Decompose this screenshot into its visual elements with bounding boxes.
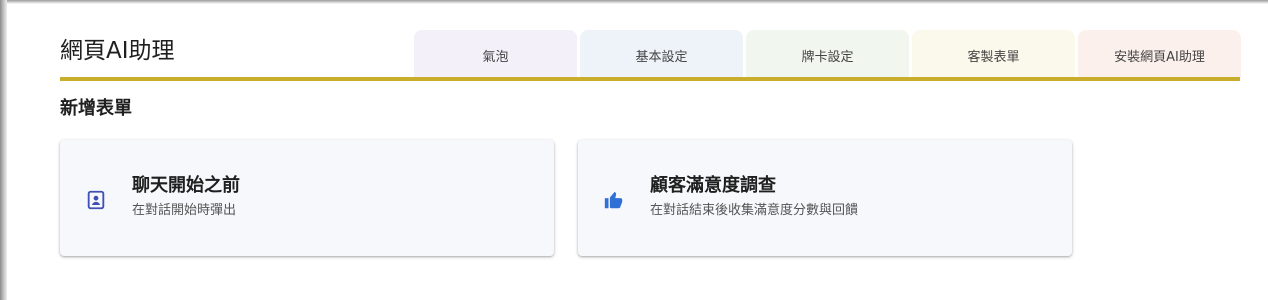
card-title: 聊天開始之前 <box>132 175 240 196</box>
form-card-satisfaction-survey[interactable]: 顧客滿意度調查 在對話結束後收集滿意度分數與回饋 <box>578 140 1072 256</box>
tab-custom-forms[interactable]: 客製表單 <box>912 30 1075 78</box>
tab-install-assistant[interactable]: 安裝網頁AI助理 <box>1078 30 1241 78</box>
form-card-pre-chat[interactable]: 聊天開始之前 在對話開始時彈出 <box>60 140 554 256</box>
window-left-edge <box>0 0 7 300</box>
tab-basic-settings[interactable]: 基本設定 <box>580 30 743 78</box>
page-title: 網頁AI助理 <box>60 38 175 64</box>
tab-bar: 氣泡 基本設定 牌卡設定 客製表單 安裝網頁AI助理 <box>414 30 1241 78</box>
tab-bubble[interactable]: 氣泡 <box>414 30 577 78</box>
tab-card-settings[interactable]: 牌卡設定 <box>746 30 909 78</box>
contact-card-icon <box>85 189 107 211</box>
section-title: 新增表單 <box>60 98 132 119</box>
app-window: 網頁AI助理 氣泡 基本設定 牌卡設定 客製表單 安裝網頁AI助理 新增表單 聊… <box>0 0 1268 300</box>
tab-divider <box>60 77 1240 81</box>
window-top-edge <box>0 0 1268 4</box>
card-title: 顧客滿意度調查 <box>650 175 776 196</box>
card-description: 在對話結束後收集滿意度分數與回饋 <box>650 203 859 218</box>
card-description: 在對話開始時彈出 <box>132 203 237 218</box>
thumbs-up-icon <box>603 189 625 211</box>
